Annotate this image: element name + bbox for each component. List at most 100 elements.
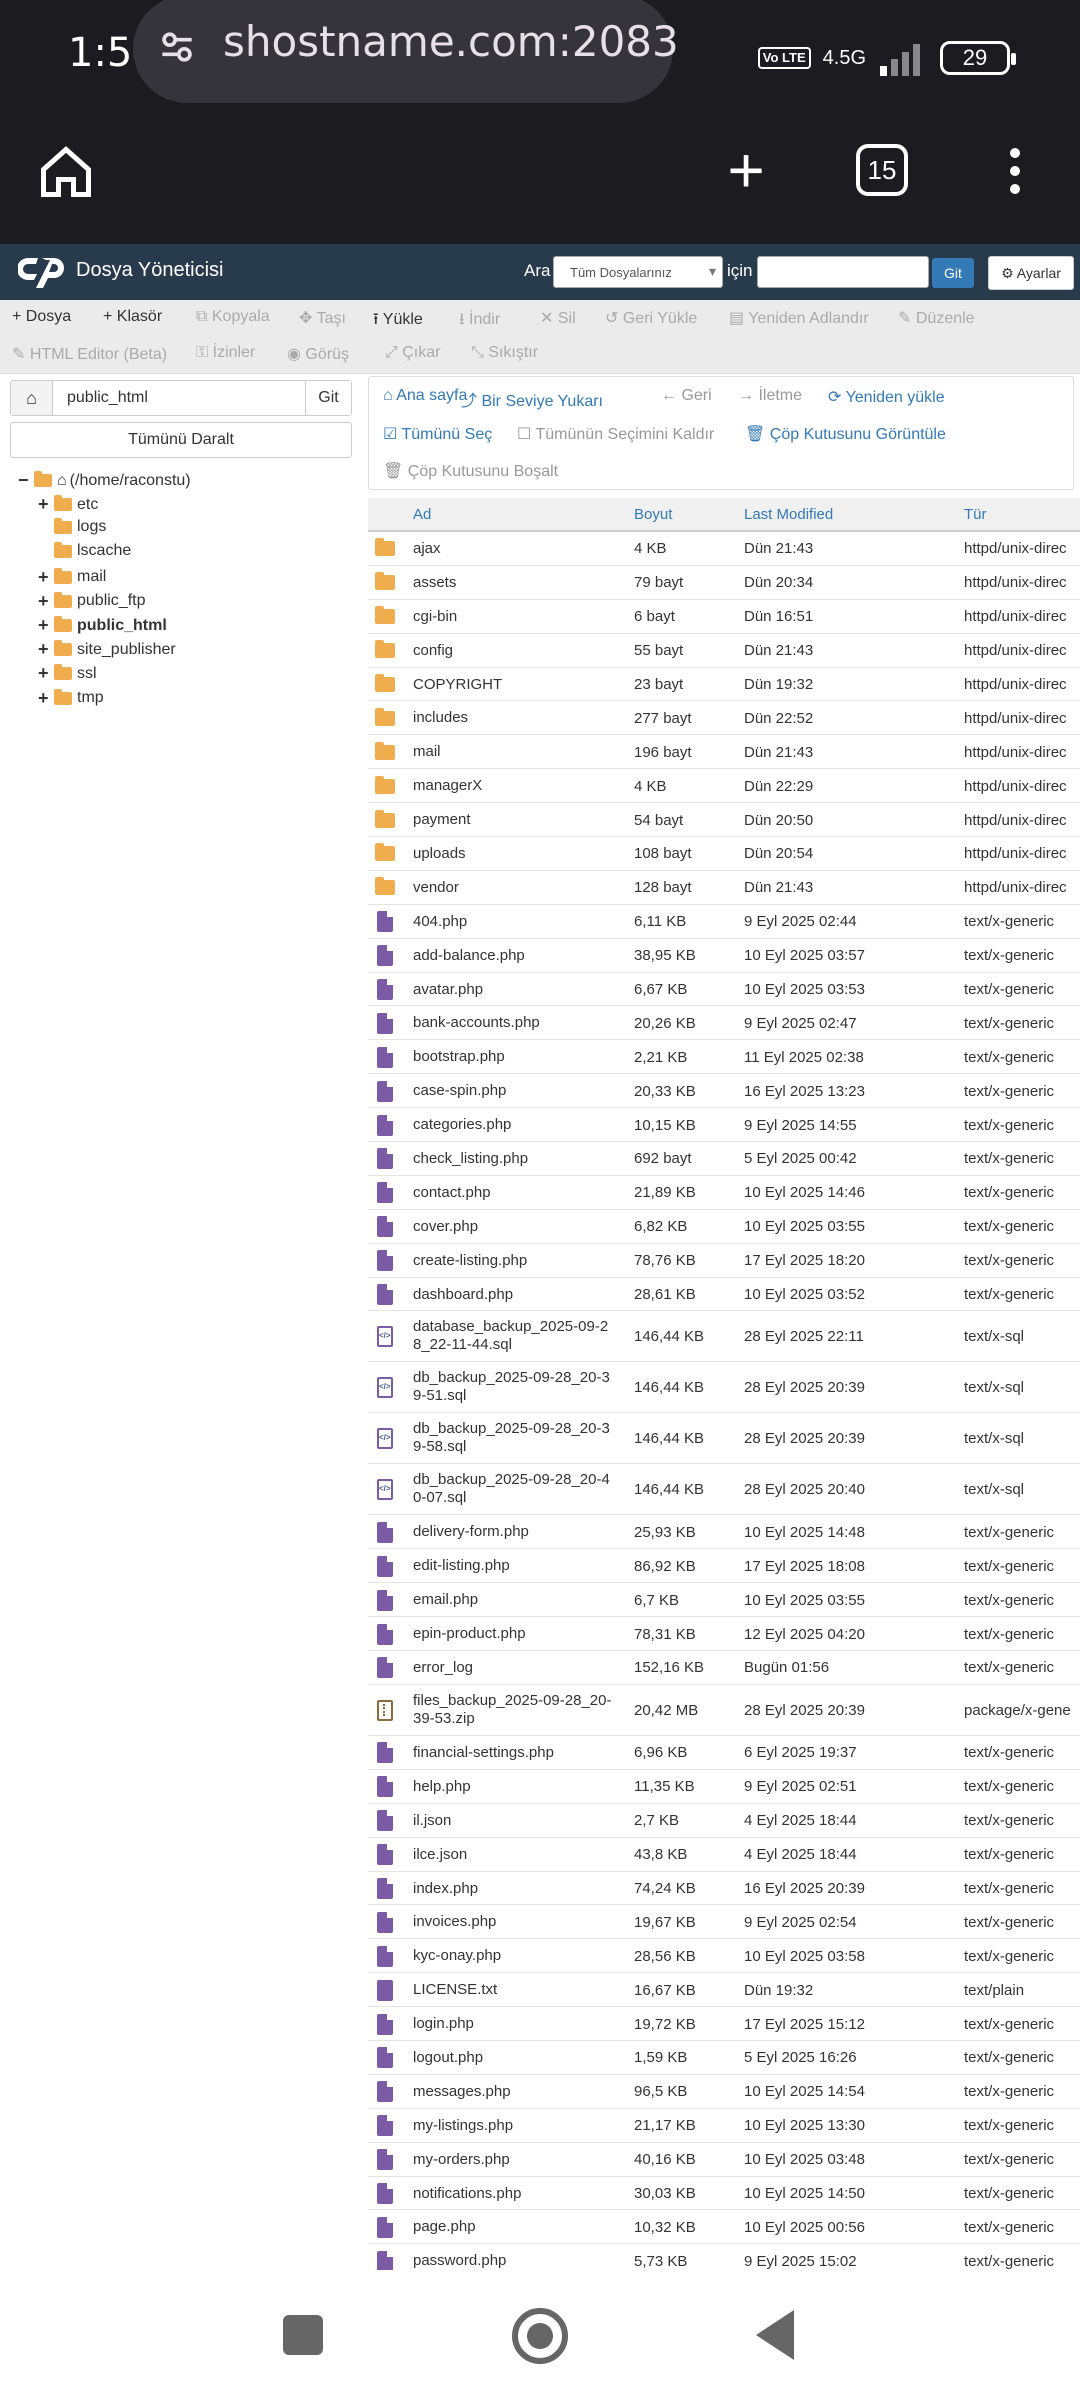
search-go-button[interactable]: Git [932, 258, 974, 288]
file-name[interactable]: edit-listing.php [413, 1557, 613, 1575]
path-go-button[interactable]: Git [305, 381, 351, 415]
file-name[interactable]: COPYRIGHT [413, 676, 613, 694]
file-name[interactable]: my-listings.php [413, 2117, 613, 2135]
table-row[interactable]: payment 54 bayt Dün 20:50 httpd/unix-direc [368, 803, 1080, 838]
file-name[interactable]: managerX [413, 777, 613, 795]
table-row[interactable]: mail 196 bayt Dün 21:43 httpd/unix-direc [368, 735, 1080, 770]
search-scope-select[interactable]: Tüm Dosyalarınız [553, 256, 723, 288]
table-row[interactable]: add-balance.php 38,95 KB 10 Eyl 2025 03:57… [368, 939, 1080, 973]
tree-root[interactable]: − ⌂ (/home/raconstu) [18, 470, 191, 491]
table-row[interactable]: messages.php 96,5 KB 10 Eyl 2025 14:54 text… [368, 2075, 1080, 2109]
more-menu-icon[interactable] [1000, 142, 1030, 202]
table-row[interactable]: il.json 2,7 KB 4 Eyl 2025 18:44 text/x-gene… [368, 1804, 1080, 1838]
tree-item-public-html[interactable]: + public_html [38, 615, 167, 636]
file-name[interactable]: cgi-bin [413, 608, 613, 626]
file-name[interactable]: avatar.php [413, 981, 613, 999]
table-row[interactable]: managerX 4 KB Dün 22:29 httpd/unix-direc [368, 769, 1080, 804]
path-input[interactable]: public_html [67, 389, 148, 407]
nav-tumunu-sec-button[interactable]: ☑ Tümünü Seç [383, 424, 492, 444]
table-row[interactable]: db_backup_2025-09-28_20-39-58.sql 146,44 … [368, 1413, 1080, 1465]
toolbar-yeniden-adlandir-button[interactable]: ▤ Yeniden Adlandır [729, 308, 869, 328]
expand-toggle-icon[interactable]: + [38, 591, 54, 612]
file-name[interactable]: ilce.json [413, 1846, 613, 1864]
file-name[interactable]: 404.php [413, 913, 613, 931]
table-row[interactable]: my-listings.php 21,17 KB 10 Eyl 2025 13:30… [368, 2109, 1080, 2143]
file-name[interactable]: dashboard.php [413, 1286, 613, 1304]
file-name[interactable]: bootstrap.php [413, 1048, 613, 1066]
tree-item-mail[interactable]: + mail [38, 567, 106, 588]
file-name[interactable]: includes [413, 709, 613, 727]
home-icon[interactable] [36, 142, 96, 202]
table-row[interactable]: db_backup_2025-09-28_20-40-07.sql 146,44 … [368, 1464, 1080, 1516]
file-name[interactable]: ajax [413, 540, 613, 558]
nav-cop-kutusunu-goruntule-button[interactable]: 🗑 Çöp Kutusunu Görüntüle [745, 424, 946, 444]
file-name[interactable]: email.php [413, 1591, 613, 1609]
back-icon[interactable] [756, 2310, 794, 2360]
site-settings-icon[interactable] [155, 25, 199, 69]
file-name[interactable]: login.php [413, 2015, 613, 2033]
table-row[interactable]: uploads 108 bayt Dün 20:54 httpd/unix-direc [368, 837, 1080, 871]
column-modified[interactable]: Last Modified [744, 506, 833, 523]
file-name[interactable]: notifications.php [413, 2185, 613, 2203]
table-row[interactable]: files_backup_2025-09-28_20-39-53.zip 20,4… [368, 1685, 1080, 1736]
file-name[interactable]: password.php [413, 2252, 613, 2270]
file-name[interactable]: assets [413, 574, 613, 592]
collapse-all-button[interactable]: Tümünü Daralt [10, 422, 352, 458]
file-name[interactable]: files_backup_2025-09-28_20-39-53.zip [413, 1692, 613, 1728]
table-row[interactable]: assets 79 bayt Dün 20:34 httpd/unix-direc [368, 566, 1080, 600]
file-name[interactable]: my-orders.php [413, 2151, 613, 2169]
tree-item-etc[interactable]: + etc [38, 494, 98, 515]
file-name[interactable]: logout.php [413, 2049, 613, 2067]
expand-toggle-icon[interactable]: + [38, 639, 54, 660]
table-row[interactable]: index.php 74,24 KB 16 Eyl 2025 20:39 text/x… [368, 1872, 1080, 1906]
address-bar[interactable]: shostname.com:2083 [133, 0, 679, 103]
file-name[interactable]: LICENSE.txt [413, 1981, 613, 1999]
table-row[interactable]: dashboard.php 28,61 KB 10 Eyl 2025 03:52 te… [368, 1278, 1080, 1312]
settings-button[interactable]: ⚙ Ayarlar [988, 256, 1074, 290]
collapse-toggle-icon[interactable]: − [18, 470, 34, 491]
home-dir-icon[interactable]: ⌂ [11, 381, 53, 415]
table-row[interactable]: ilce.json 43,8 KB 4 Eyl 2025 18:44 text/x-g… [368, 1838, 1080, 1872]
expand-toggle-icon[interactable]: + [38, 615, 54, 636]
table-row[interactable]: bootstrap.php 2,21 KB 11 Eyl 2025 02:38 tex… [368, 1040, 1080, 1075]
toolbar-gorus-button[interactable]: ◉ Görüş [287, 344, 349, 364]
table-row[interactable]: 404.php 6,11 KB 9 Eyl 2025 02:44 text/x-gen… [368, 905, 1080, 939]
table-row[interactable]: edit-listing.php 86,92 KB 17 Eyl 2025 18:0… [368, 1549, 1080, 1584]
tree-item-public-ftp[interactable]: + public_ftp [38, 591, 146, 612]
table-row[interactable]: categories.php 10,15 KB 9 Eyl 2025 14:55 te… [368, 1108, 1080, 1143]
table-row[interactable]: LICENSE.txt 16,67 KB Dün 19:32 text/plain [368, 1973, 1080, 2008]
toolbar-indir-button[interactable]: ⭳ İndir [459, 308, 500, 335]
file-name[interactable]: vendor [413, 879, 613, 897]
file-name[interactable]: kyc-onay.php [413, 1947, 613, 1965]
toolbar-dosya-button[interactable]: + Dosya [12, 308, 71, 326]
file-name[interactable]: epin-product.php [413, 1625, 613, 1643]
expand-toggle-icon[interactable]: + [38, 567, 54, 588]
table-row[interactable]: kyc-onay.php 28,56 KB 10 Eyl 2025 03:58 tex… [368, 1939, 1080, 1974]
toolbar-cikar-button[interactable]: ⤢ Çıkar [385, 344, 440, 362]
file-name[interactable]: db_backup_2025-09-28_20-39-51.sql [413, 1369, 613, 1405]
table-row[interactable]: invoices.php 19,67 KB 9 Eyl 2025 02:54 text… [368, 1905, 1080, 1940]
table-row[interactable]: create-listing.php 78,76 KB 17 Eyl 2025 18… [368, 1244, 1080, 1278]
table-row[interactable]: help.php 11,35 KB 9 Eyl 2025 02:51 text/x-g… [368, 1770, 1080, 1804]
file-name[interactable]: uploads [413, 845, 613, 863]
tree-item-logs[interactable]: logs [38, 517, 106, 536]
table-row[interactable]: logout.php 1,59 KB 5 Eyl 2025 16:26 text/x-… [368, 2041, 1080, 2075]
expand-toggle-icon[interactable]: + [38, 494, 54, 515]
table-row[interactable]: epin-product.php 78,31 KB 12 Eyl 2025 04:2… [368, 1617, 1080, 1652]
table-row[interactable]: check_listing.php 692 bayt 5 Eyl 2025 00:4… [368, 1142, 1080, 1176]
toolbar-sikistir-button[interactable]: ⤡ Sıkıştır [471, 344, 538, 362]
file-name[interactable]: financial-settings.php [413, 1744, 613, 1762]
nav-geri-button[interactable]: ← Geri [661, 387, 712, 405]
table-row[interactable]: contact.php 21,89 KB 10 Eyl 2025 14:46 text… [368, 1176, 1080, 1210]
file-name[interactable]: add-balance.php [413, 947, 613, 965]
file-name[interactable]: invoices.php [413, 1913, 613, 1931]
table-row[interactable]: db_backup_2025-09-28_20-39-51.sql 146,44 … [368, 1362, 1080, 1414]
table-row[interactable]: case-spin.php 20,33 KB 16 Eyl 2025 13:23 te… [368, 1074, 1080, 1109]
file-name[interactable]: messages.php [413, 2083, 613, 2101]
toolbar-yukle-button[interactable]: ⭱ Yükle [373, 308, 423, 335]
tab-switcher-button[interactable]: 15 [856, 144, 908, 196]
table-row[interactable]: includes 277 bayt Dün 22:52 httpd/unix-dire… [368, 701, 1080, 736]
file-name[interactable]: page.php [413, 2218, 613, 2236]
file-name[interactable]: delivery-form.php [413, 1523, 613, 1541]
table-row[interactable]: cgi-bin 6 bayt Dün 16:51 httpd/unix-direc [368, 600, 1080, 634]
